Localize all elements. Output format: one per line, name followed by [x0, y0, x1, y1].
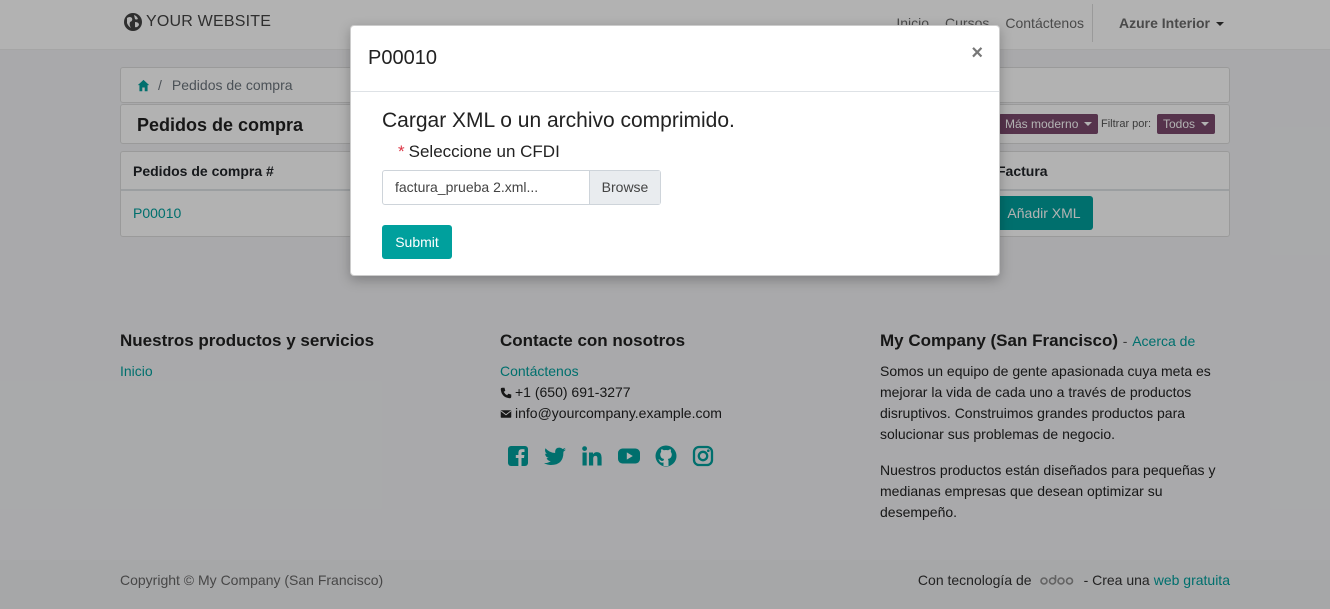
modal-heading: Cargar XML o un archivo comprimido. — [382, 109, 735, 132]
selected-file-name: factura_prueba 2.xml... — [395, 179, 539, 195]
required-mark: * — [398, 142, 405, 161]
upload-modal: P00010 × Cargar XML o un archivo comprim… — [350, 25, 1000, 276]
modal-title: P00010 — [368, 47, 437, 69]
cfdi-file-input[interactable]: factura_prueba 2.xml... Browse — [382, 170, 661, 205]
browse-button[interactable]: Browse — [589, 171, 660, 204]
modal-header: P00010 × — [351, 26, 999, 92]
submit-button[interactable]: Submit — [382, 225, 452, 259]
close-icon[interactable]: × — [971, 42, 983, 64]
cfdi-label-text: Seleccione un CFDI — [408, 142, 560, 161]
cfdi-field-label: * Seleccione un CFDI — [398, 142, 560, 162]
